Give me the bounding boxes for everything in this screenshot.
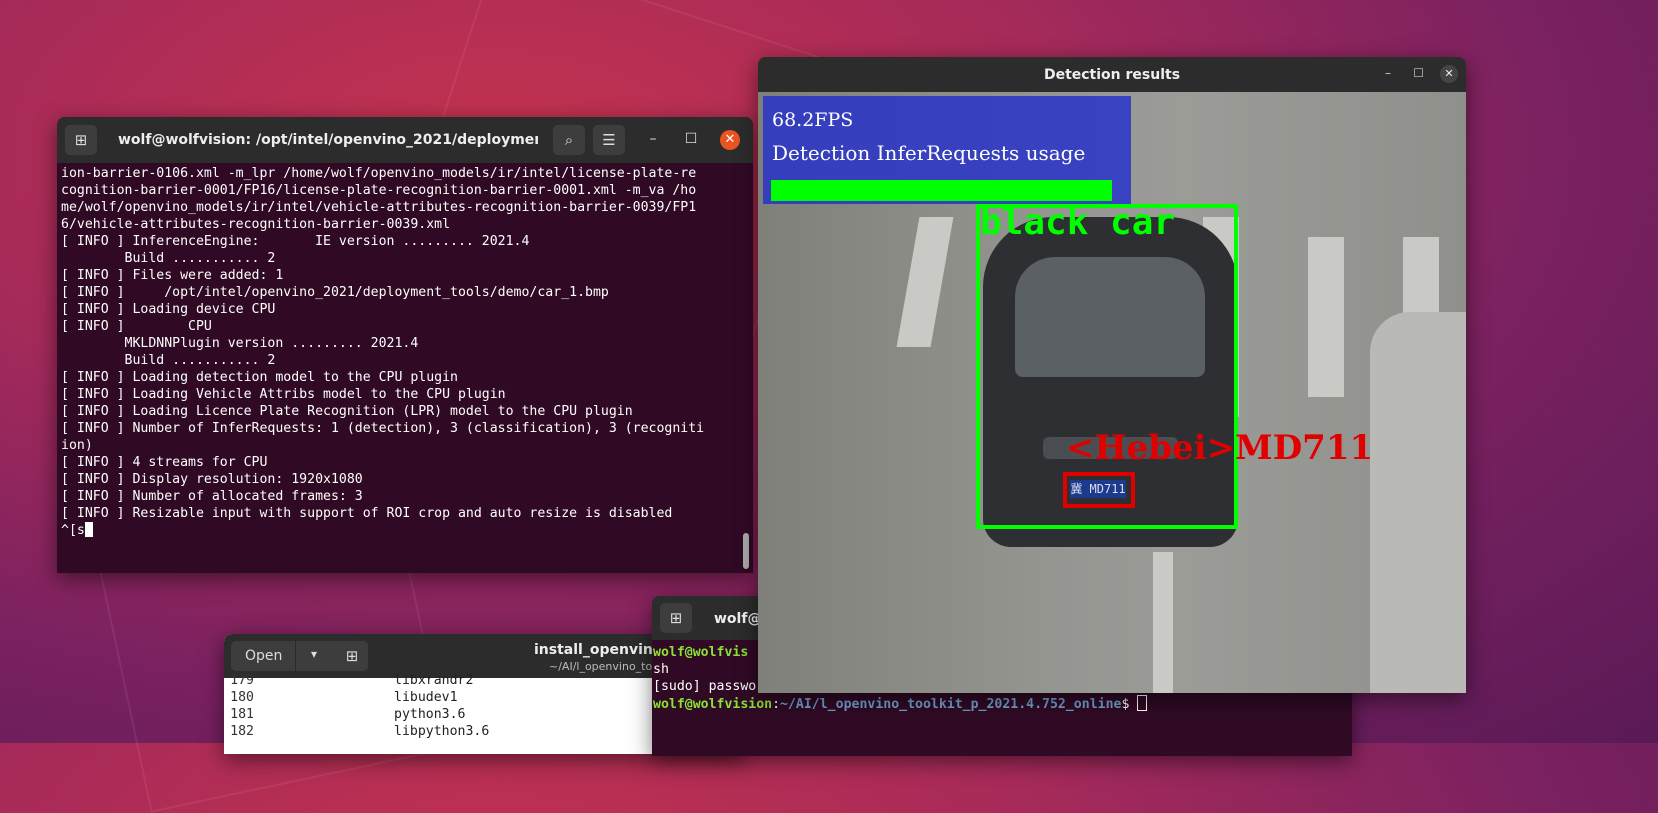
prompt-dollar: $	[1121, 697, 1138, 712]
maximize-icon: ☐	[684, 131, 698, 147]
chevron-down-icon[interactable]: ▾	[311, 647, 317, 661]
search-button[interactable]: ⌕	[553, 125, 585, 155]
close-button[interactable]: ✕	[720, 130, 740, 150]
new-tab-button[interactable]: ⊞	[660, 603, 692, 633]
line-text: python3.6	[394, 707, 466, 722]
output-line: [ INFO ] Loading detection model to the …	[61, 370, 458, 385]
close-icon: ✕	[724, 132, 736, 147]
output-line: [ INFO ] 4 streams for CPU	[61, 455, 268, 470]
new-tab-icon: ⊞	[74, 131, 88, 149]
output-line: [ INFO ] /opt/intel/openvino_2021/deploy…	[61, 285, 609, 300]
output-line: [ INFO ] InferenceEngine: IE version ...…	[61, 234, 530, 249]
editor-title: install_openvino_	[534, 642, 670, 658]
close-icon: ✕	[1444, 67, 1454, 80]
detection-header-bar: Detection results – ☐ ✕	[758, 57, 1466, 92]
maximize-button[interactable]: ☐	[681, 131, 701, 147]
output-line: MKLDNNPlugin version ......... 2021.4	[61, 336, 419, 351]
terminal-header-bar: ⊞ wolf@wolfvision: /opt/intel/openvino_2…	[57, 117, 753, 163]
search-icon: ⌕	[564, 131, 574, 149]
prompt-colon: :	[772, 697, 781, 712]
scrollbar-thumb[interactable]	[743, 533, 749, 569]
minimize-icon: –	[1385, 66, 1391, 80]
lane-line	[1153, 552, 1173, 693]
detection-image: 冀 MD711 68.2FPS Detection InferRequests …	[758, 92, 1466, 693]
divider	[295, 641, 296, 671]
vehicle-attribute-label: black car	[980, 202, 1176, 243]
output-line: [ INFO ] Files were added: 1	[61, 268, 284, 283]
line-text: libpython3.6	[394, 724, 490, 739]
output-line: [ INFO ] Display resolution: 1920x1080	[61, 472, 363, 487]
new-document-button[interactable]: ⊞	[336, 641, 368, 671]
open-button-label: Open	[245, 648, 283, 664]
minimize-icon: –	[649, 131, 657, 147]
window-title: wolf@wolfvision: /opt/intel/openvino_202…	[118, 132, 538, 148]
output-line: 6/vehicle-attributes-recognition-barrier…	[61, 217, 451, 232]
open-button[interactable]: Open ▾	[231, 641, 353, 671]
terminal-output[interactable]: ion-barrier-0106.xml -m_lpr /home/wolf/o…	[57, 163, 753, 573]
prompt-user: wolf@wolfvis	[653, 645, 749, 660]
output-line: cognition-barrier-0001/FP16/license-plat…	[61, 183, 697, 198]
new-document-icon: ⊞	[345, 647, 359, 665]
output-line: [ INFO ] Number of allocated frames: 3	[61, 489, 363, 504]
line-text: libudev1	[394, 690, 458, 705]
output-line: [ INFO ] Loading Vehicle Attribs model t…	[61, 387, 506, 402]
line-number: 181	[230, 707, 254, 722]
output-line: [ INFO ] Loading device CPU	[61, 302, 276, 317]
prompt-path: ~/AI/l_openvino_toolkit_p_2021.4.752_onl…	[780, 697, 1122, 712]
line-text: libxrandr2	[394, 673, 474, 688]
prompt-line[interactable]: ^[s	[61, 522, 749, 539]
close-button[interactable]: ✕	[1440, 65, 1458, 83]
text-cursor	[84, 522, 93, 537]
hamburger-menu-icon: ☰	[602, 131, 616, 149]
output-line: me/wolf/openvino_models/ir/intel/vehicle…	[61, 200, 697, 215]
plate-recognition-label: <Hebei>MD711	[1066, 428, 1374, 468]
line-number: 180	[230, 690, 254, 705]
output-line: [ INFO ] Number of InferRequests: 1 (det…	[61, 421, 705, 436]
prompt-user: wolf@wolfvision	[653, 697, 773, 712]
hud-panel: 68.2FPS Detection InferRequests usage	[763, 96, 1131, 204]
prompt-line[interactable]: wolf@wolfvision:~/AI/l_openvino_toolkit_…	[653, 695, 1148, 713]
new-tab-button[interactable]: ⊞	[65, 125, 97, 155]
output-line: [ INFO ] CPU	[61, 319, 212, 334]
crosswalk-stripe	[1308, 237, 1344, 397]
menu-button[interactable]: ☰	[593, 125, 625, 155]
output-line: [ INFO ] Loading Licence Plate Recogniti…	[61, 404, 633, 419]
output-line: Build ........... 2	[61, 251, 276, 266]
usage-progress-bar	[771, 180, 1112, 201]
maximize-button[interactable]: ☐	[1413, 66, 1424, 80]
usage-label: Detection InferRequests usage	[772, 141, 1086, 165]
plate-bounding-box	[1063, 472, 1135, 508]
window-title: Detection results	[1043, 67, 1181, 83]
prompt-text: ^[s	[61, 523, 85, 538]
maximize-icon: ☐	[1413, 66, 1424, 80]
output-line: ion-barrier-0106.xml -m_lpr /home/wolf/o…	[61, 166, 697, 181]
line-number: 182	[230, 724, 254, 739]
window-title: wolf@	[714, 611, 762, 627]
detection-results-window[interactable]: Detection results – ☐ ✕ 冀 MD711 68.2FPS …	[758, 57, 1466, 693]
terminal-window[interactable]: ⊞ wolf@wolfvision: /opt/intel/openvino_2…	[57, 117, 753, 573]
fps-readout: 68.2FPS	[772, 109, 854, 131]
new-tab-icon: ⊞	[669, 609, 683, 627]
output-line: [ INFO ] Resizable input with support of…	[61, 506, 673, 521]
minimize-button[interactable]: –	[643, 131, 663, 147]
output-line: Build ........... 2	[61, 353, 276, 368]
minimize-button[interactable]: –	[1385, 66, 1391, 80]
silver-car	[1370, 312, 1466, 693]
line-number: 179	[230, 673, 254, 688]
output-line: ion)	[61, 438, 93, 453]
text-cursor	[1137, 695, 1148, 711]
